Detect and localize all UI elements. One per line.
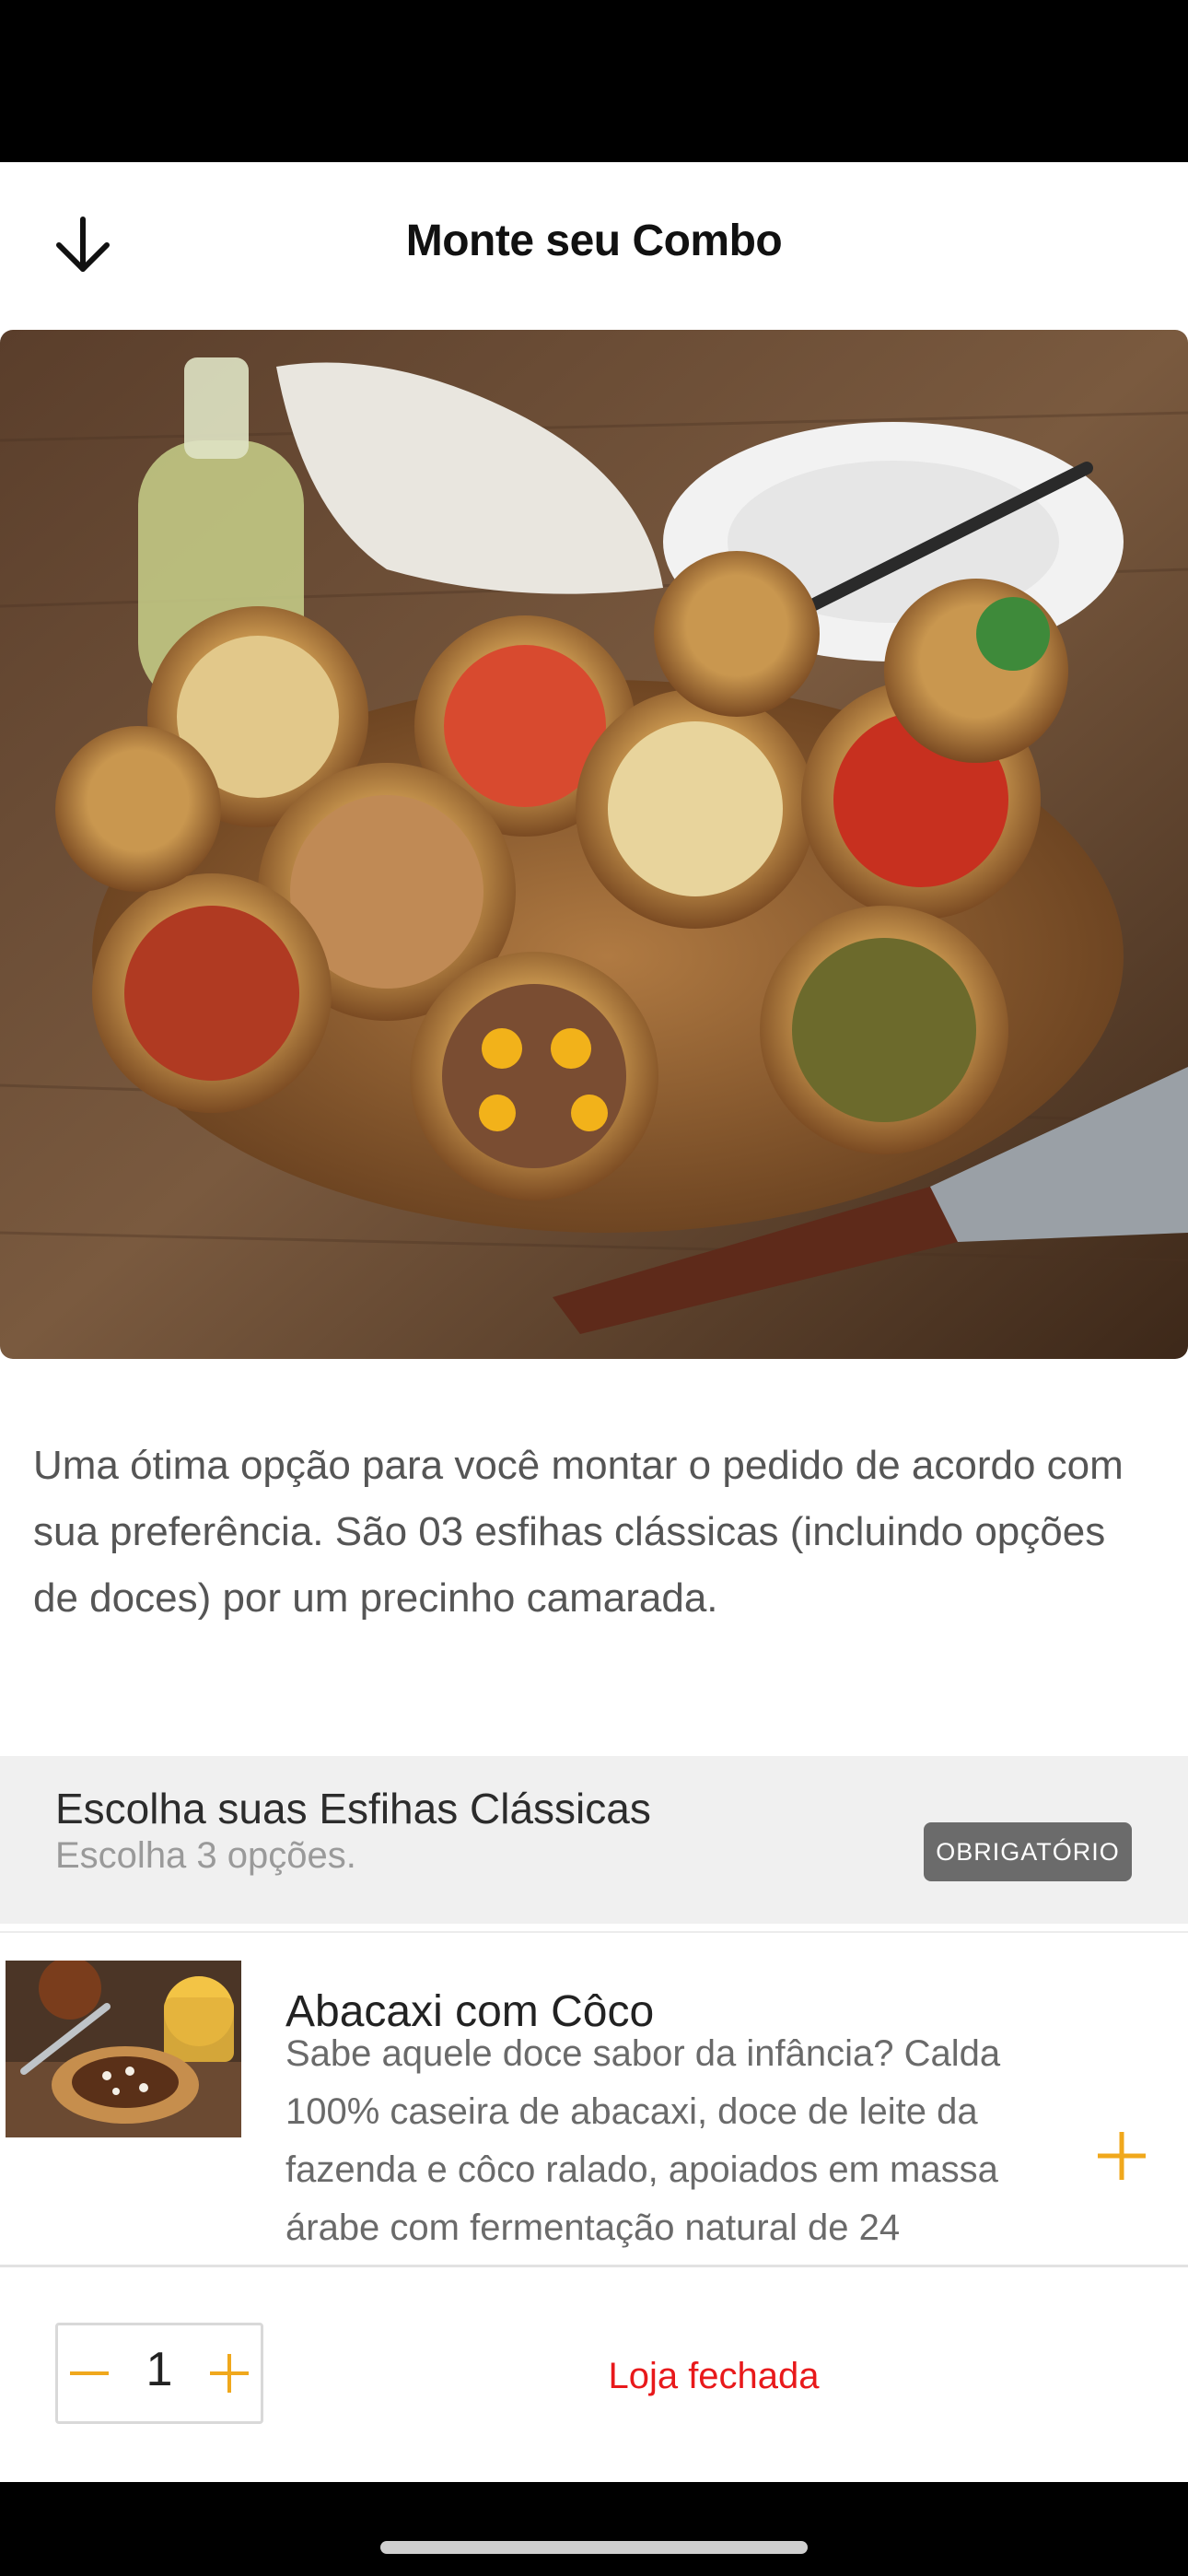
option-group-subtitle: Escolha 3 opções. bbox=[55, 1835, 356, 1876]
home-indicator[interactable] bbox=[380, 2541, 808, 2554]
nav-bar: Monte seu Combo bbox=[0, 162, 1188, 330]
product-image bbox=[0, 330, 1188, 1359]
status-bar bbox=[0, 0, 1188, 162]
quantity-value: 1 bbox=[146, 2343, 173, 2396]
quantity-stepper: 1 bbox=[55, 2323, 263, 2424]
divider bbox=[0, 1931, 1188, 1933]
store-status: Loja fechada bbox=[608, 2356, 820, 2396]
bottom-action-bar: 1 Loja fechada bbox=[0, 2267, 1188, 2482]
option-group-header: Escolha suas Esfihas Clássicas Escolha 3… bbox=[0, 1756, 1188, 1924]
minus-icon[interactable] bbox=[64, 2346, 115, 2401]
page-title: Monte seu Combo bbox=[405, 217, 783, 265]
product-description: Uma ótima opção para você montar o pedid… bbox=[33, 1443, 1124, 1621]
required-badge: OBRIGATÓRIO bbox=[924, 1822, 1132, 1881]
list-item[interactable]: Abacaxi com Côco Sabe aquele doce sabor … bbox=[0, 1935, 1188, 2265]
home-area bbox=[0, 2482, 1188, 2576]
item-thumbnail bbox=[6, 1961, 241, 2137]
plus-icon[interactable] bbox=[1092, 2126, 1151, 2185]
option-group-title: Escolha suas Esfihas Clássicas bbox=[55, 1785, 651, 1832]
plus-icon[interactable] bbox=[204, 2346, 255, 2401]
item-description: Sabe aquele doce sabor da infância? Cald… bbox=[285, 2033, 1001, 2248]
